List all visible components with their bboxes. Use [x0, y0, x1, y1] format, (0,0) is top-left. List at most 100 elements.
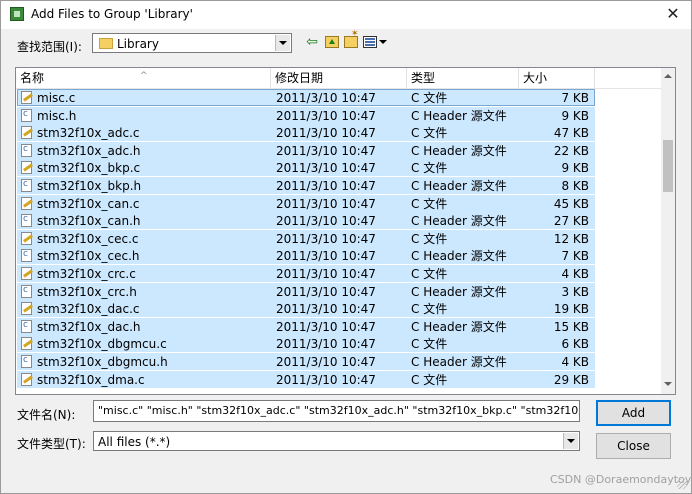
- file-type: C Header 源文件: [411, 143, 507, 158]
- file-date: 2011/3/10 10:47: [276, 143, 376, 158]
- c-file-icon: [21, 302, 32, 316]
- file-size: 9 KB: [561, 108, 589, 123]
- look-in-value: Library: [117, 37, 159, 51]
- file-row[interactable]: stm32f10x_adc.h 2011/3/10 10:47 C Header 源…: [17, 141, 595, 159]
- file-row[interactable]: stm32f10x_dma.c 2011/3/10 10:47 C 文件 29 KB: [17, 370, 595, 388]
- c-file-icon: [21, 91, 32, 104]
- resize-grip-icon[interactable]: [677, 479, 687, 489]
- header-file-icon: [21, 143, 32, 157]
- file-date: 2011/3/10 10:47: [276, 231, 376, 246]
- new-folder-icon[interactable]: [344, 29, 359, 48]
- file-row[interactable]: stm32f10x_can.h 2011/3/10 10:47 C Header 源…: [17, 212, 595, 230]
- chevron-down-icon[interactable]: [275, 35, 290, 51]
- window-title: Add Files to Group 'Library': [31, 7, 193, 21]
- header-file-icon: [21, 355, 32, 368]
- file-type: C 文件: [411, 337, 448, 352]
- file-size: 12 KB: [553, 231, 589, 246]
- c-file-icon: [21, 196, 32, 210]
- file-type: C Header 源文件: [411, 284, 507, 299]
- file-size: 9 KB: [561, 161, 589, 176]
- chevron-down-icon[interactable]: [563, 433, 578, 449]
- file-name: stm32f10x_adc.c: [37, 126, 140, 141]
- file-row[interactable]: misc.h 2011/3/10 10:47 C Header 源文件 9 KB: [17, 106, 595, 124]
- header-file-icon: [21, 319, 32, 333]
- column-header-type[interactable]: 类型: [407, 68, 519, 88]
- add-files-dialog: Add Files to Group 'Library' ✕ 查找范围(I): …: [0, 0, 692, 494]
- vertical-scrollbar[interactable]: [661, 68, 675, 394]
- column-header-name[interactable]: 名称 ^: [16, 68, 271, 88]
- back-arrow-icon[interactable]: ⇦: [305, 34, 319, 50]
- file-row[interactable]: stm32f10x_dbgmcu.h 2011/3/10 10:47 C Heade…: [17, 353, 595, 370]
- file-row[interactable]: stm32f10x_adc.c 2011/3/10 10:47 C 文件 47 KB: [17, 124, 595, 142]
- file-size: 3 KB: [561, 284, 589, 299]
- view-menu-icon[interactable]: [363, 36, 377, 48]
- file-type: C Header 源文件: [411, 108, 507, 123]
- file-type: C 文件: [411, 161, 448, 176]
- file-date: 2011/3/10 10:47: [276, 372, 376, 387]
- file-row[interactable]: stm32f10x_crc.h 2011/3/10 10:47 C Header 源…: [17, 282, 595, 300]
- c-file-icon: [21, 372, 32, 386]
- c-file-icon: [21, 231, 32, 245]
- header-file-icon: [21, 179, 32, 192]
- column-header-name-label: 名称: [20, 71, 45, 85]
- file-row[interactable]: stm32f10x_dac.h 2011/3/10 10:47 C Header 源…: [17, 317, 595, 335]
- header-file-icon: [21, 284, 32, 298]
- file-name: stm32f10x_dac.h: [37, 319, 141, 334]
- file-row[interactable]: stm32f10x_cec.c 2011/3/10 10:47 C 文件 12 KB: [17, 229, 595, 247]
- file-row[interactable]: stm32f10x_bkp.c 2011/3/10 10:47 C 文件 9 KB: [17, 159, 595, 177]
- file-name: stm32f10x_dbgmcu.h: [37, 355, 168, 369]
- file-row[interactable]: stm32f10x_can.c 2011/3/10 10:47 C 文件 45 KB: [17, 194, 595, 212]
- file-row[interactable]: misc.c 2011/3/10 10:47 C 文件 7 KB: [17, 89, 595, 106]
- scrollbar-thumb[interactable]: [663, 140, 673, 192]
- c-file-icon: [21, 161, 32, 175]
- file-row[interactable]: stm32f10x_dbgmcu.c 2011/3/10 10:47 C 文件 6 K…: [17, 335, 595, 353]
- file-date: 2011/3/10 10:47: [276, 108, 376, 123]
- file-date: 2011/3/10 10:47: [276, 267, 376, 281]
- file-size: 47 KB: [553, 126, 589, 141]
- file-type: C Header 源文件: [411, 319, 507, 334]
- file-row[interactable]: stm32f10x_crc.c 2011/3/10 10:47 C 文件 4 KB: [17, 265, 595, 282]
- close-icon[interactable]: ✕: [659, 3, 687, 25]
- watermark: CSDN @Doraemondaytoy: [550, 473, 692, 486]
- file-row[interactable]: stm32f10x_dac.c 2011/3/10 10:47 C 文件 19 KB: [17, 300, 595, 318]
- file-date: 2011/3/10 10:47: [276, 302, 376, 317]
- c-file-icon: [21, 267, 32, 280]
- scroll-up-icon[interactable]: [664, 74, 672, 78]
- file-name: stm32f10x_bkp.h: [37, 179, 142, 193]
- file-size: 7 KB: [561, 249, 589, 264]
- file-list[interactable]: 名称 ^ 修改日期 类型 大小 misc.c 2011/3/10 10:47 C 文…: [15, 67, 676, 395]
- file-row[interactable]: stm32f10x_bkp.h 2011/3/10 10:47 C Header 源…: [17, 177, 595, 194]
- file-size: 19 KB: [553, 302, 589, 317]
- filename-input[interactable]: "misc.c" "misc.h" "stm32f10x_adc.c" "stm…: [93, 400, 580, 422]
- file-size: 7 KB: [561, 91, 589, 105]
- column-header-size[interactable]: 大小: [519, 68, 595, 88]
- file-row[interactable]: stm32f10x_cec.h 2011/3/10 10:47 C Header 源…: [17, 247, 595, 265]
- up-folder-icon[interactable]: [325, 36, 339, 48]
- file-type: C 文件: [411, 267, 448, 281]
- file-name: stm32f10x_cec.h: [37, 249, 140, 264]
- file-date: 2011/3/10 10:47: [276, 161, 376, 176]
- look-in-label: 查找范围(I):: [17, 40, 82, 54]
- close-button[interactable]: Close: [596, 433, 671, 459]
- file-size: 27 KB: [553, 214, 589, 229]
- file-name: stm32f10x_dma.c: [37, 372, 145, 387]
- column-header-date[interactable]: 修改日期: [271, 68, 407, 88]
- file-size: 6 KB: [561, 337, 589, 352]
- look-in-dropdown[interactable]: Library: [92, 33, 292, 53]
- add-button[interactable]: Add: [596, 400, 671, 426]
- file-type: C 文件: [411, 231, 448, 246]
- header-file-icon: [21, 249, 32, 263]
- file-size: 4 KB: [561, 355, 589, 369]
- filename-value: "misc.c" "misc.h" "stm32f10x_adc.c" "stm…: [98, 404, 579, 417]
- file-name: misc.c: [37, 91, 76, 105]
- file-name: misc.h: [37, 108, 77, 123]
- title-bar[interactable]: Add Files to Group 'Library' ✕: [1, 1, 691, 29]
- file-size: 4 KB: [561, 267, 589, 281]
- file-date: 2011/3/10 10:47: [276, 214, 376, 229]
- view-menu-caret-icon[interactable]: [379, 40, 387, 44]
- scroll-down-icon[interactable]: [664, 382, 672, 386]
- filetype-dropdown[interactable]: All files (*.*): [93, 431, 580, 451]
- file-name: stm32f10x_adc.h: [37, 143, 141, 158]
- file-name: stm32f10x_crc.c: [37, 267, 136, 281]
- filetype-value: All files (*.*): [98, 435, 171, 449]
